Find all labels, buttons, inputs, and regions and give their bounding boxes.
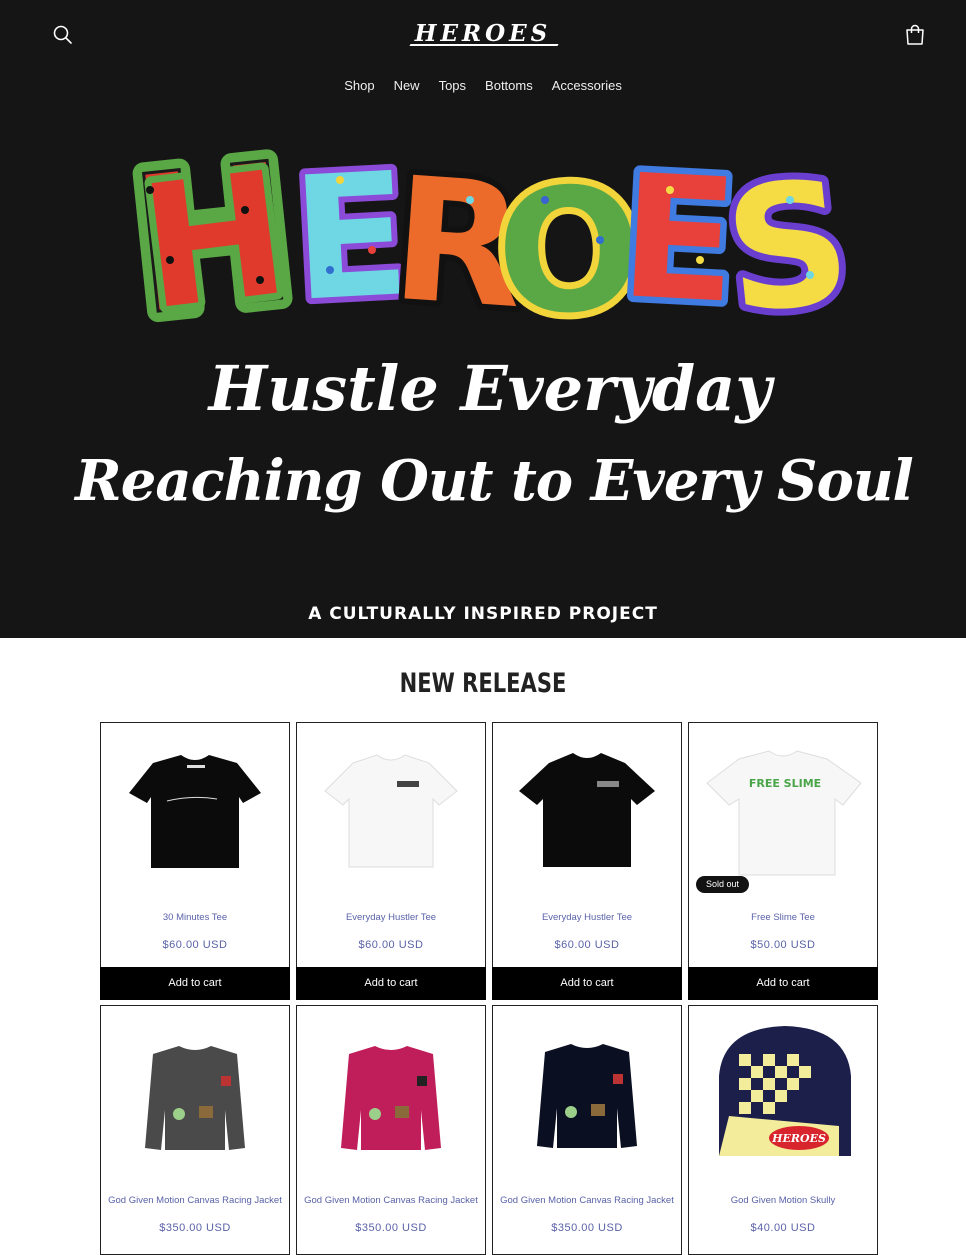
product-price: $350.00 USD bbox=[355, 1222, 427, 1234]
svg-text:HEROES: HEROES bbox=[771, 1132, 826, 1145]
letter-h: H bbox=[132, 135, 297, 349]
product-image-jacket-gray[interactable] bbox=[101, 1006, 289, 1182]
letter-s: S bbox=[717, 143, 859, 353]
hero-letters: H E R O E S bbox=[125, 128, 866, 361]
product-price: $60.00 USD bbox=[554, 939, 620, 951]
product-image-beanie[interactable]: HEROES bbox=[689, 1006, 877, 1182]
product-card[interactable]: 30 Minutes Tee $60.00 USD Add to cart bbox=[100, 722, 290, 1000]
cart-icon[interactable] bbox=[902, 22, 928, 48]
hero-banner[interactable]: H H H E R O E S Hustle Everyday Reaching… bbox=[0, 110, 966, 638]
product-card[interactable]: FREE SLIME Sold out Free Slime Tee $50.0… bbox=[688, 722, 878, 1000]
new-release-title: NEW RELEASE bbox=[399, 668, 567, 699]
svg-text:FREE SLIME: FREE SLIME bbox=[749, 777, 821, 790]
product-name[interactable]: God Given Motion Canvas Racing Jacket bbox=[493, 1195, 681, 1206]
product-price: $350.00 USD bbox=[159, 1222, 231, 1234]
product-card[interactable]: Everyday Hustler Tee $60.00 USD Add to c… bbox=[296, 722, 486, 1000]
product-card[interactable]: HEROES God Given Motion Skully $40.00 US… bbox=[688, 1005, 878, 1255]
product-name[interactable]: God Given Motion Skully bbox=[689, 1195, 877, 1206]
product-card[interactable]: God Given Motion Canvas Racing Jacket $3… bbox=[492, 1005, 682, 1255]
add-to-cart-button[interactable]: Add to cart bbox=[492, 967, 682, 1000]
hero-line-2: Reaching Out to Every Soul bbox=[73, 448, 913, 514]
nav-new[interactable]: New bbox=[394, 76, 420, 96]
nav-shop[interactable]: Shop bbox=[344, 76, 374, 96]
product-image-tshirt-white[interactable]: FREE SLIME bbox=[689, 723, 877, 899]
product-card[interactable]: God Given Motion Canvas Racing Jacket $3… bbox=[296, 1005, 486, 1255]
product-image-tshirt-black[interactable] bbox=[493, 723, 681, 899]
product-name[interactable]: God Given Motion Canvas Racing Jacket bbox=[101, 1195, 289, 1206]
main-nav: Shop New Tops Bottoms Accessories bbox=[0, 76, 966, 96]
nav-tops[interactable]: Tops bbox=[439, 76, 466, 96]
product-name[interactable]: 30 Minutes Tee bbox=[101, 912, 289, 923]
add-to-cart-button[interactable]: Add to cart bbox=[296, 967, 486, 1000]
site-header: HEROES Shop New Tops Bottoms Accessories… bbox=[0, 0, 966, 638]
product-name[interactable]: Free Slime Tee bbox=[689, 912, 877, 923]
search-icon[interactable] bbox=[50, 22, 76, 48]
product-price: $50.00 USD bbox=[750, 939, 816, 951]
product-price: $350.00 USD bbox=[551, 1222, 623, 1234]
nav-bottoms[interactable]: Bottoms bbox=[485, 76, 533, 96]
product-price: $40.00 USD bbox=[750, 1222, 816, 1234]
logo-underline bbox=[409, 44, 559, 46]
nav-accessories[interactable]: Accessories bbox=[552, 76, 622, 96]
product-name[interactable]: Everyday Hustler Tee bbox=[297, 912, 485, 923]
product-card[interactable]: Everyday Hustler Tee $60.00 USD Add to c… bbox=[492, 722, 682, 1000]
add-to-cart-button[interactable]: Add to cart bbox=[688, 967, 878, 1000]
sold-out-badge: Sold out bbox=[696, 876, 750, 893]
hero-tagline: A CULTURALLY INSPIRED PROJECT bbox=[308, 604, 658, 624]
product-card[interactable]: God Given Motion Canvas Racing Jacket $3… bbox=[100, 1005, 290, 1255]
add-to-cart-button[interactable]: Add to cart bbox=[100, 967, 290, 1000]
product-image-jacket-navy[interactable] bbox=[493, 1006, 681, 1182]
product-price: $60.00 USD bbox=[162, 939, 228, 951]
product-image-tshirt-white[interactable] bbox=[297, 723, 485, 899]
product-name[interactable]: God Given Motion Canvas Racing Jacket bbox=[297, 1195, 485, 1206]
product-image-tshirt-black[interactable] bbox=[101, 723, 289, 899]
product-name[interactable]: Everyday Hustler Tee bbox=[493, 912, 681, 923]
product-price: $60.00 USD bbox=[358, 939, 424, 951]
hero-line-1: Hustle Everyday bbox=[207, 352, 776, 425]
product-image-jacket-pink[interactable] bbox=[297, 1006, 485, 1182]
